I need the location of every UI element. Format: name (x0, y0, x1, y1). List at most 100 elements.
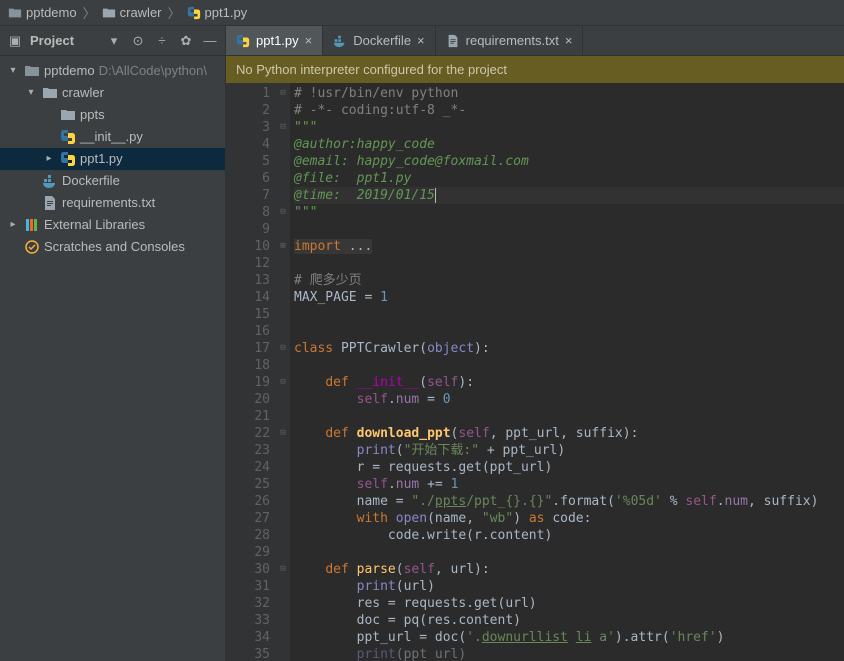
line-number: 21 (228, 408, 270, 425)
line-number: 4 (228, 136, 270, 153)
code-line[interactable]: def download_ppt(self, ppt_url, suffix): (294, 425, 844, 442)
fold-marker-icon[interactable]: ⊟ (276, 85, 290, 102)
fold-gutter[interactable]: ⊟ ⊟ ⊟ ⊞ ⊟ ⊟ ⊟ ⊟ (276, 83, 290, 661)
code-line[interactable]: r = requests.get(ppt_url) (294, 459, 844, 476)
code-line[interactable]: import ... (294, 238, 844, 255)
close-icon[interactable]: × (565, 33, 573, 48)
code-line[interactable] (294, 255, 844, 272)
fold-marker-icon (276, 221, 290, 238)
tree-row-crawler[interactable]: ▾crawler (0, 82, 225, 104)
tab-requirements-txt[interactable]: requirements.txt× (436, 26, 584, 55)
code-line[interactable]: MAX_PAGE = 1 (294, 289, 844, 306)
code-line[interactable]: self.num += 1 (294, 476, 844, 493)
sidebar-hide-icon[interactable]: — (201, 32, 219, 50)
fold-marker-icon[interactable]: ⊟ (276, 204, 290, 221)
close-icon[interactable]: × (305, 33, 313, 48)
sidebar-dropdown-icon[interactable]: ▾ (105, 32, 123, 50)
line-number-gutter: 1234567891012131415161718192021222324252… (226, 83, 276, 661)
code-line[interactable]: def parse(self, url): (294, 561, 844, 578)
line-number: 19 (228, 374, 270, 391)
tree-label: Dockerfile (62, 170, 120, 192)
interpreter-warning-banner[interactable]: No Python interpreter configured for the… (226, 56, 844, 83)
line-number: 12 (228, 255, 270, 272)
fold-marker-icon (276, 289, 290, 306)
line-number: 33 (228, 612, 270, 629)
code-line[interactable]: name = "./ppts/ppt_{}.{}".format('%05d' … (294, 493, 844, 510)
code-line[interactable]: doc = pq(res.content) (294, 612, 844, 629)
code-line[interactable]: def __init__(self): (294, 374, 844, 391)
expand-arrow-icon[interactable]: ▾ (6, 60, 20, 82)
code-line[interactable] (294, 221, 844, 238)
fold-marker-icon[interactable]: ⊟ (276, 340, 290, 357)
code-line[interactable]: # 爬多少页 (294, 272, 844, 289)
code-line[interactable]: # !usr/bin/env python (294, 85, 844, 102)
code-line[interactable]: """ (294, 204, 844, 221)
tree-row--init-py[interactable]: __init__.py (0, 126, 225, 148)
code-line[interactable]: ppt_url = doc('.downurllist li a').attr(… (294, 629, 844, 646)
tab-ppt1-py[interactable]: ppt1.py × (226, 26, 323, 55)
sidebar-target-icon[interactable]: ⊙ (129, 32, 147, 50)
tree-label: ppts (80, 104, 105, 126)
code-area[interactable]: 1234567891012131415161718192021222324252… (226, 83, 844, 661)
line-number: 25 (228, 476, 270, 493)
line-number: 15 (228, 306, 270, 323)
code-line[interactable]: @author:happy_code (294, 136, 844, 153)
code-line[interactable]: print(url) (294, 578, 844, 595)
breadcrumb-item[interactable]: crawler (102, 5, 162, 20)
fold-marker-icon (276, 646, 290, 661)
tree-row-ppt1-py[interactable]: ▸ ppt1.py (0, 148, 225, 170)
code-line[interactable]: print(ppt url) (294, 646, 844, 661)
fold-marker-icon (276, 442, 290, 459)
expand-arrow-icon[interactable]: ▾ (24, 82, 38, 104)
tab-dockerfile[interactable]: Dockerfile× (323, 26, 435, 55)
tree-row-external-libraries[interactable]: ▸External Libraries (0, 214, 225, 236)
fold-marker-icon (276, 153, 290, 170)
code-line[interactable] (294, 544, 844, 561)
fold-marker-icon[interactable]: ⊟ (276, 425, 290, 442)
code-line[interactable] (294, 357, 844, 374)
line-number: 1 (228, 85, 270, 102)
code-line[interactable] (294, 306, 844, 323)
code-line[interactable]: @file: ppt1.py (294, 170, 844, 187)
tree-row-pptdemo[interactable]: ▾pptdemo D:\AllCode\python\ (0, 60, 225, 82)
fold-marker-icon (276, 391, 290, 408)
line-number: 24 (228, 459, 270, 476)
tree-row-ppts[interactable]: ppts (0, 104, 225, 126)
line-number: 2 (228, 102, 270, 119)
expand-arrow-icon[interactable]: ▸ (6, 214, 20, 236)
sidebar-gear-icon[interactable]: ✿ (177, 32, 195, 50)
tree-label: ppt1.py (80, 148, 123, 170)
code-line[interactable]: with open(name, "wb") as code: (294, 510, 844, 527)
tree-label: requirements.txt (62, 192, 155, 214)
line-number: 6 (228, 170, 270, 187)
code-line[interactable]: @time: 2019/01/15 (294, 187, 844, 204)
fold-marker-icon[interactable]: ⊞ (276, 238, 290, 255)
tab-label: ppt1.py (256, 33, 299, 48)
code-line[interactable] (294, 323, 844, 340)
code-line[interactable]: self.num = 0 (294, 391, 844, 408)
fold-marker-icon[interactable]: ⊟ (276, 119, 290, 136)
sidebar-square-icon[interactable]: ▣ (6, 32, 24, 50)
code-line[interactable]: code.write(r.content) (294, 527, 844, 544)
breadcrumb-item[interactable]: pptdemo (8, 5, 77, 20)
breadcrumb-item[interactable]: ppt1.py (187, 5, 248, 20)
tree-row-requirements-txt[interactable]: requirements.txt (0, 192, 225, 214)
code-line[interactable]: """ (294, 119, 844, 136)
code-line[interactable]: print("开始下载:" + ppt_url) (294, 442, 844, 459)
breadcrumb-separator-icon: 〉 (166, 3, 183, 22)
fold-marker-icon (276, 408, 290, 425)
tree-row-dockerfile[interactable]: Dockerfile (0, 170, 225, 192)
code-line[interactable] (294, 408, 844, 425)
close-icon[interactable]: × (417, 33, 425, 48)
expand-arrow-icon[interactable]: ▸ (42, 148, 56, 170)
code-line[interactable]: @email: happy_code@foxmail.com (294, 153, 844, 170)
sidebar-collapse-icon[interactable]: ÷ (153, 32, 171, 50)
fold-marker-icon[interactable]: ⊟ (276, 561, 290, 578)
line-number: 27 (228, 510, 270, 527)
code-line[interactable]: # -*- coding:utf-8 _*- (294, 102, 844, 119)
code-line[interactable]: class PPTCrawler(object): (294, 340, 844, 357)
fold-marker-icon[interactable]: ⊟ (276, 374, 290, 391)
code-line[interactable]: res = requests.get(url) (294, 595, 844, 612)
code-text[interactable]: # !usr/bin/env python# -*- coding:utf-8 … (290, 83, 844, 661)
tree-row-scratches-and-consoles[interactable]: Scratches and Consoles (0, 236, 225, 258)
